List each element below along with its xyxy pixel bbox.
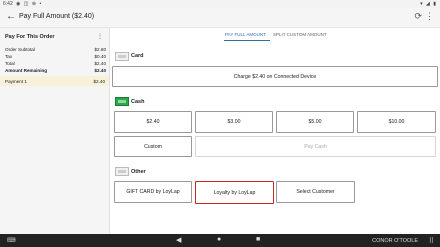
payment-tabs: PAY FULL AMOUNT SPLIT CUSTOM AMOUNT	[110, 28, 440, 42]
gift-card-label: GIFT CARD by LoyLap	[126, 189, 180, 195]
app-bar: ← Pay Full Amount ($2.40) ⟳ ⋮	[0, 8, 440, 28]
cash-amount-label: $3.00	[227, 119, 241, 125]
loyalty-label: Loyalty by LoyLap	[213, 189, 256, 196]
payment-label: Payment 1	[5, 79, 27, 84]
tab-pay-full-amount[interactable]: PAY FULL AMOUNT	[225, 32, 266, 37]
cash-amount-button[interactable]: $3.00	[195, 111, 273, 133]
tax-label: Tax	[5, 54, 13, 59]
total-value: $2.40	[94, 61, 107, 66]
total-label: Total	[5, 61, 15, 66]
active-tab-indicator	[224, 40, 270, 41]
tab-split-custom-amount[interactable]: SPLIT CUSTOM AMOUNT	[273, 32, 327, 37]
gift-card-loylap-button[interactable]: GIFT CARD by LoyLap	[114, 181, 192, 203]
cash-amount-button[interactable]: $10.00	[357, 111, 436, 133]
subtotal-label: Order Subtotal	[5, 47, 35, 52]
pay-cash-button[interactable]: Pay Cash	[195, 136, 436, 157]
tax-value: $0.40	[94, 54, 107, 59]
order-menu-icon[interactable]: ⋮	[97, 33, 103, 40]
cash-amount-label: $2.40	[146, 119, 160, 125]
back-arrow-icon[interactable]: ←	[6, 11, 16, 22]
apps-grid-icon[interactable]: ⠿	[429, 237, 434, 245]
status-icons: ◉ ◫ ⊕ •	[16, 1, 43, 7]
order-summary-panel: Pay For This Order ⋮ Order Subtotal $2.8…	[0, 28, 110, 234]
other-section-label: Other	[131, 169, 146, 175]
more-options-icon[interactable]: ⋮	[425, 11, 434, 22]
tax-row: Tax $0.40	[5, 54, 106, 61]
total-row: Total $2.40	[5, 61, 106, 68]
status-time: 6:42	[3, 1, 13, 7]
charge-connected-device-button[interactable]: Charge $2.40 on Connected Device	[112, 66, 438, 87]
select-customer-button[interactable]: Select Customer	[276, 181, 355, 203]
pay-cash-label: Pay Cash	[304, 143, 327, 150]
select-customer-label: Select Customer	[296, 189, 335, 195]
nav-recents-icon[interactable]: ■	[256, 236, 260, 243]
custom-amount-button[interactable]: Custom	[114, 136, 192, 157]
amount-remaining-label: Amount Remaining	[5, 68, 48, 73]
card-icon	[115, 52, 129, 61]
card-section-label: Card	[131, 53, 144, 59]
subtotal-row: Order Subtotal $2.80	[5, 47, 106, 54]
page-title: Pay Full Amount ($2.40)	[19, 13, 95, 20]
amount-remaining-value: $2.40	[94, 68, 107, 73]
payment-list-item[interactable]: Payment 1 $2.40	[0, 76, 109, 86]
cash-amount-button[interactable]: $2.40	[114, 111, 192, 133]
charge-button-label: Charge $2.40 on Connected Device	[233, 73, 317, 80]
refresh-icon[interactable]: ⟳	[414, 11, 422, 22]
cash-icon	[115, 97, 129, 106]
cash-amount-label: $10.00	[388, 119, 405, 125]
cash-section-label: Cash	[131, 99, 145, 105]
keyboard-icon[interactable]: ⌨	[7, 237, 16, 244]
order-panel-title: Pay For This Order	[5, 34, 55, 40]
order-summary: Order Subtotal $2.80 Tax $0.40 Total $2.…	[5, 47, 106, 75]
system-navigation-bar: ⌨ ◀ ● ■ CONOR O'TOOLE ⠿	[0, 234, 440, 247]
cash-amount-button[interactable]: $5.00	[276, 111, 354, 133]
subtotal-value: $2.80	[94, 47, 107, 52]
loyalty-loylap-button[interactable]: Loyalty by LoyLap	[195, 181, 274, 204]
user-name: CONOR O'TOOLE	[372, 237, 418, 244]
amount-remaining-row: Amount Remaining $2.40	[5, 68, 106, 75]
payment-value: $2.40	[93, 79, 106, 84]
cash-amount-label: $5.00	[308, 119, 322, 125]
custom-button-label: Custom	[144, 143, 162, 150]
other-payment-icon	[115, 167, 129, 176]
nav-back-icon[interactable]: ◀	[176, 236, 181, 244]
nav-home-icon[interactable]: ●	[217, 236, 221, 243]
status-bar: 6:42 ◉ ◫ ⊕ • ▾ ◢ ▮	[0, 0, 440, 8]
system-icons: ▾ ◢ ▮	[420, 1, 437, 7]
